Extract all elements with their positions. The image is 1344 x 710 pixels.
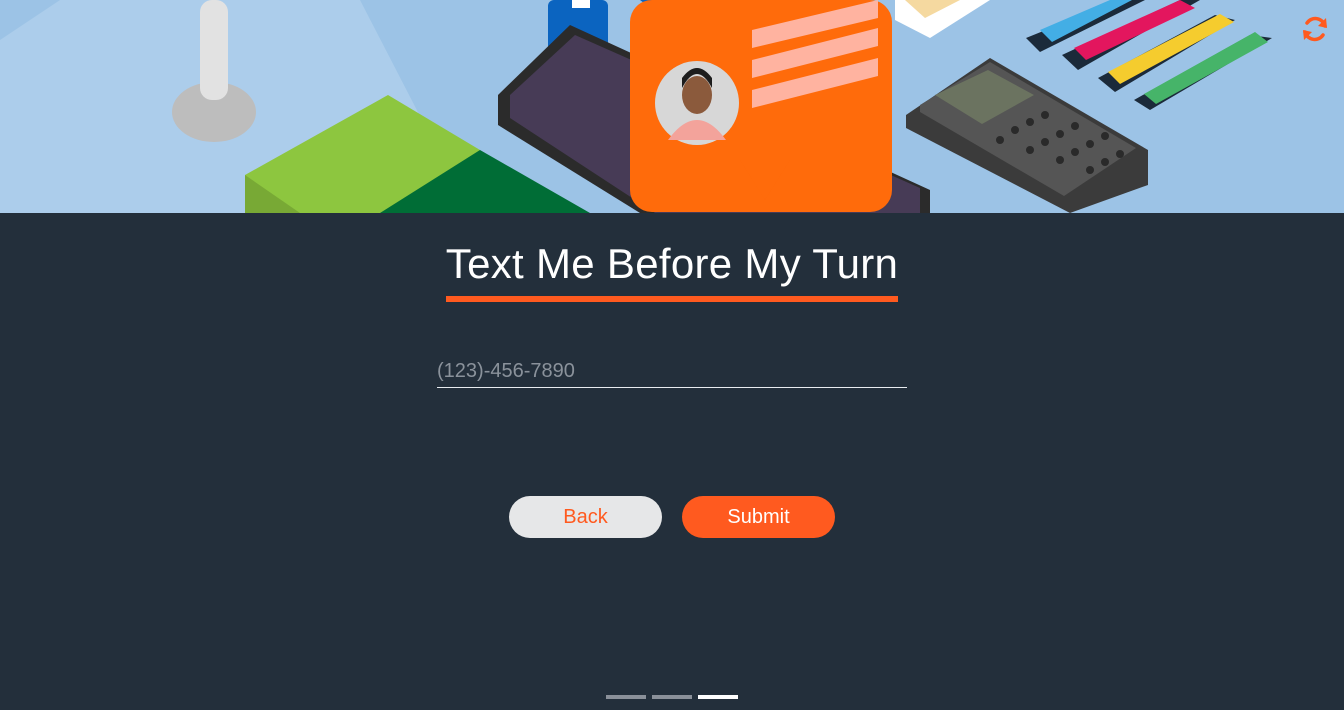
- refresh-icon[interactable]: [1300, 14, 1330, 44]
- hero-banner: [0, 0, 1344, 213]
- page-title: Text Me Before My Turn: [445, 238, 899, 302]
- step-indicator: [606, 695, 738, 699]
- step-indicator-2[interactable]: [652, 695, 692, 699]
- submit-button[interactable]: Submit: [682, 496, 835, 538]
- step-indicator-1[interactable]: [606, 695, 646, 699]
- app-window: Text Me Before My Turn Back Submit: [0, 0, 1344, 710]
- title-container: Text Me Before My Turn: [0, 238, 1344, 302]
- phone-number-input[interactable]: [437, 355, 907, 388]
- desk-illustration: [0, 0, 1272, 213]
- step-indicator-3[interactable]: [698, 695, 738, 699]
- back-button[interactable]: Back: [509, 496, 662, 538]
